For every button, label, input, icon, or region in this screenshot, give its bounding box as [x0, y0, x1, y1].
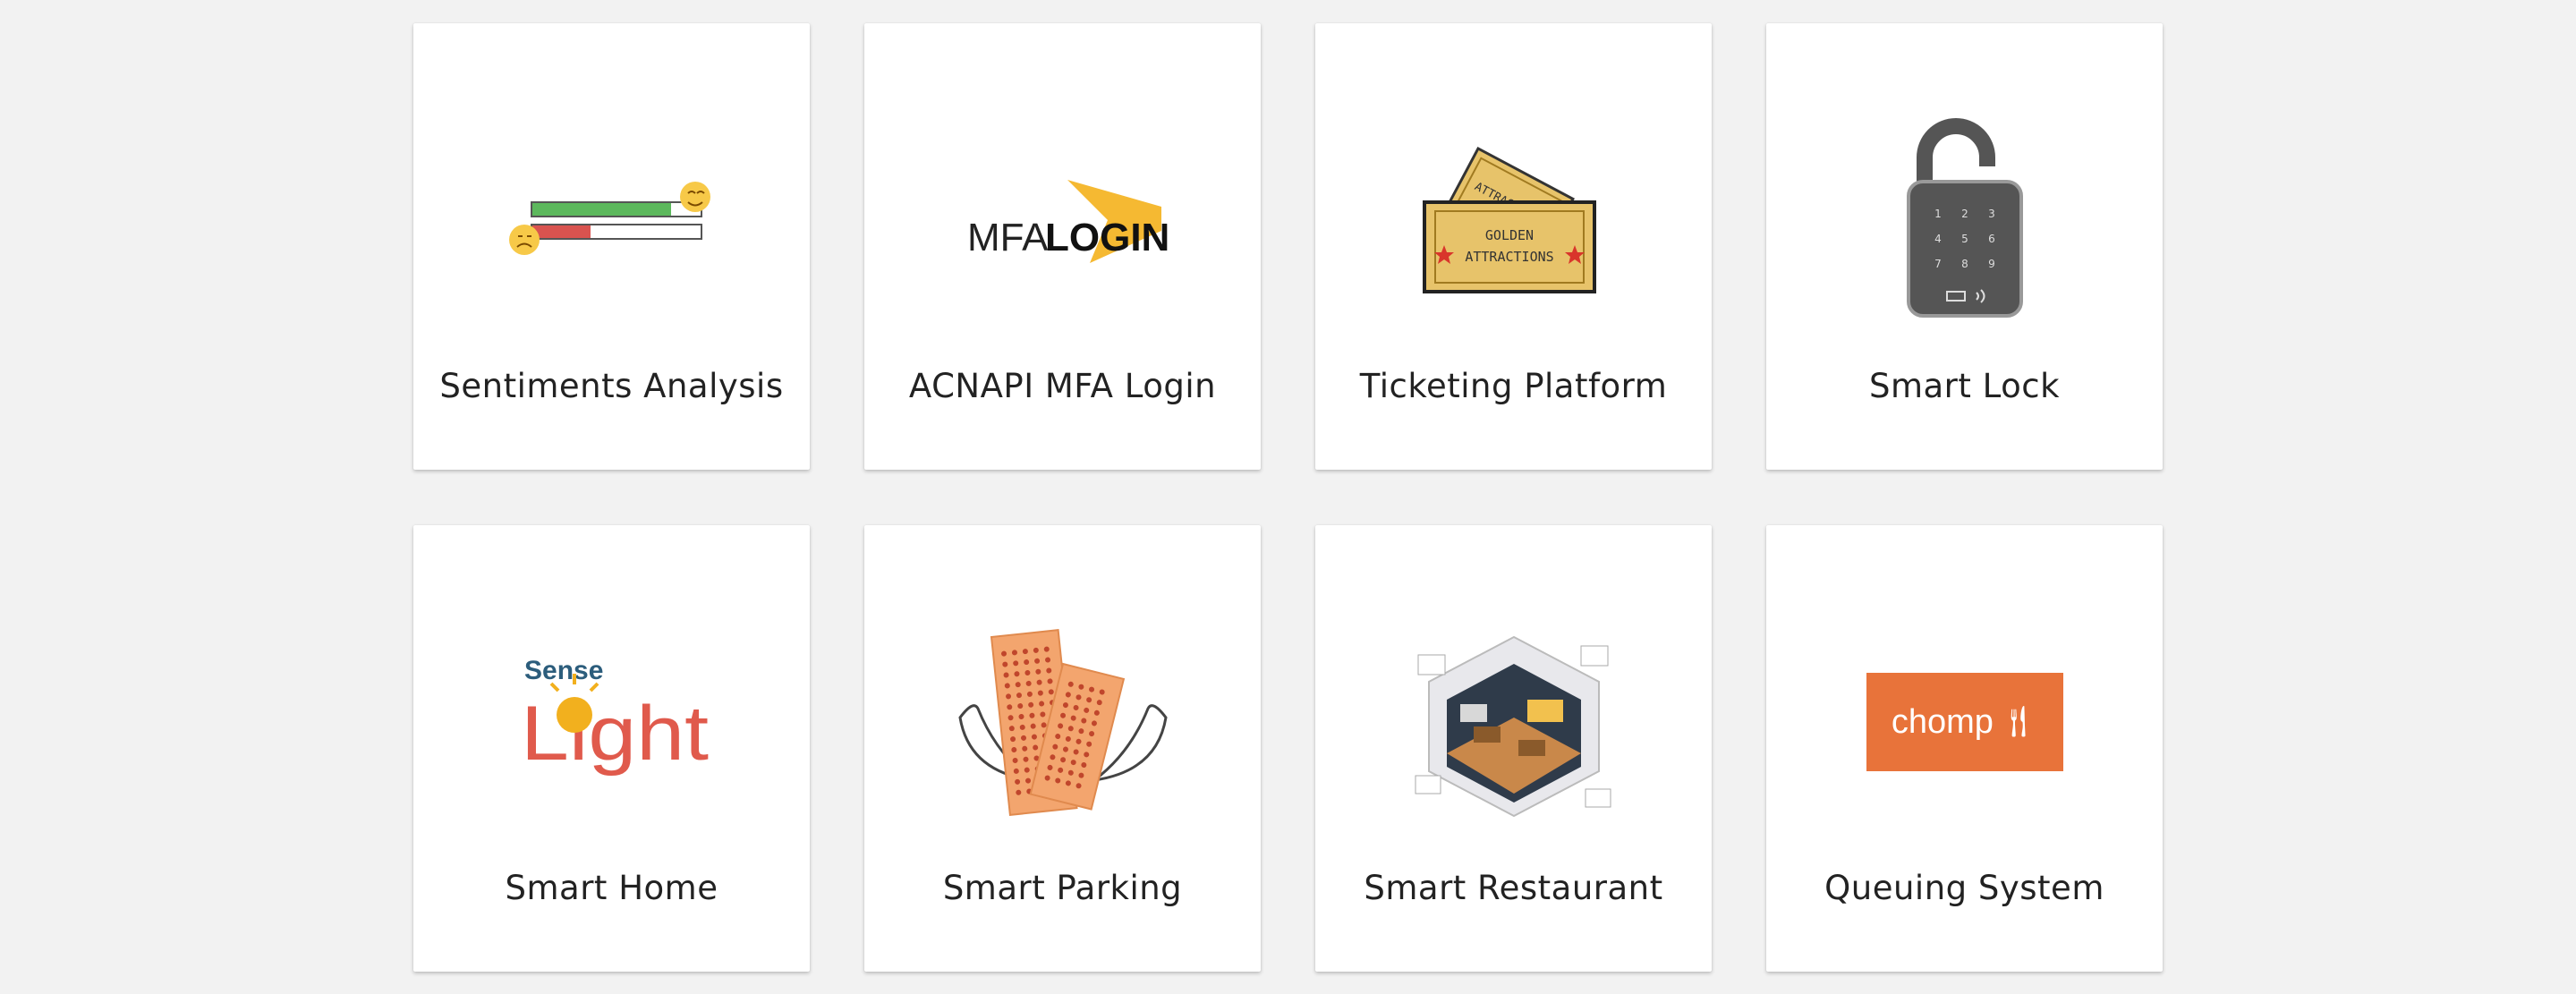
- mfa-text: MFA: [967, 216, 1049, 259]
- winged-tickets-icon: [864, 615, 1261, 829]
- app-grid: Sentiments Analysis MFA LOGIN ACNAPI MFA…: [413, 23, 2163, 972]
- card-smart-parking[interactable]: Smart Parking: [864, 525, 1261, 972]
- card-label: Smart Home: [505, 869, 718, 907]
- card-smart-home[interactable]: Sense Light Smart Home: [413, 525, 810, 972]
- mfa-login-logo: MFA LOGIN: [864, 113, 1261, 327]
- golden-tickets-icon: ATTRACTIONS GOLDEN ATTRACTIONS: [1315, 113, 1712, 327]
- card-label: Ticketing Platform: [1359, 367, 1668, 405]
- card-label: ACNAPI MFA Login: [908, 367, 1217, 405]
- card-label: Smart Restaurant: [1364, 869, 1663, 907]
- card-label: Smart Lock: [1868, 367, 2061, 405]
- ticket-line-1: GOLDEN: [1484, 227, 1533, 243]
- chomp-logo: chomp 🍴︎: [1766, 615, 2163, 829]
- keypad-digit: 8: [1961, 258, 1968, 270]
- card-label: Smart Parking: [942, 869, 1183, 907]
- keypad-digit: 9: [1988, 258, 1995, 270]
- light-text: Light: [521, 691, 709, 777]
- card-label: Queuing System: [1824, 869, 2104, 907]
- keypad-digit: 7: [1934, 258, 1942, 270]
- card-smart-lock[interactable]: 1 2 3 4 5 6 7 8 9 Smart Lock: [1766, 23, 2163, 470]
- login-text: LOGIN: [1045, 216, 1169, 259]
- keypad-digit: 2: [1961, 208, 1968, 220]
- card-ticketing-platform[interactable]: ATTRACTIONS GOLDEN ATTRACTIONS Ticketing…: [1315, 23, 1712, 470]
- keypad-digit: 4: [1934, 233, 1942, 245]
- sentiment-bars-icon: [413, 113, 810, 327]
- card-sentiments-analysis[interactable]: Sentiments Analysis: [413, 23, 810, 470]
- isometric-restaurant-icon: [1315, 615, 1712, 829]
- keypad-digit: 6: [1988, 233, 1995, 245]
- ticket-line-2: ATTRACTIONS: [1465, 249, 1553, 265]
- keypad-lock-icon: 1 2 3 4 5 6 7 8 9: [1766, 113, 2163, 327]
- card-smart-restaurant[interactable]: Smart Restaurant: [1315, 525, 1712, 972]
- card-acnapi-mfa-login[interactable]: MFA LOGIN ACNAPI MFA Login: [864, 23, 1261, 470]
- card-label: Sentiments Analysis: [439, 367, 784, 405]
- sense-text: Sense: [524, 656, 603, 685]
- chomp-text: chomp: [1891, 702, 1994, 741]
- keypad-digit: 5: [1961, 233, 1968, 245]
- keypad-digit: 1: [1934, 208, 1942, 220]
- card-queuing-system[interactable]: chomp 🍴︎ Queuing System: [1766, 525, 2163, 972]
- sense-light-logo: Sense Light: [413, 615, 810, 829]
- chomp-logo-box: chomp 🍴︎: [1866, 673, 2063, 771]
- fork-knife-icon: 🍴︎: [1998, 705, 2038, 739]
- keypad-digit: 3: [1988, 208, 1995, 220]
